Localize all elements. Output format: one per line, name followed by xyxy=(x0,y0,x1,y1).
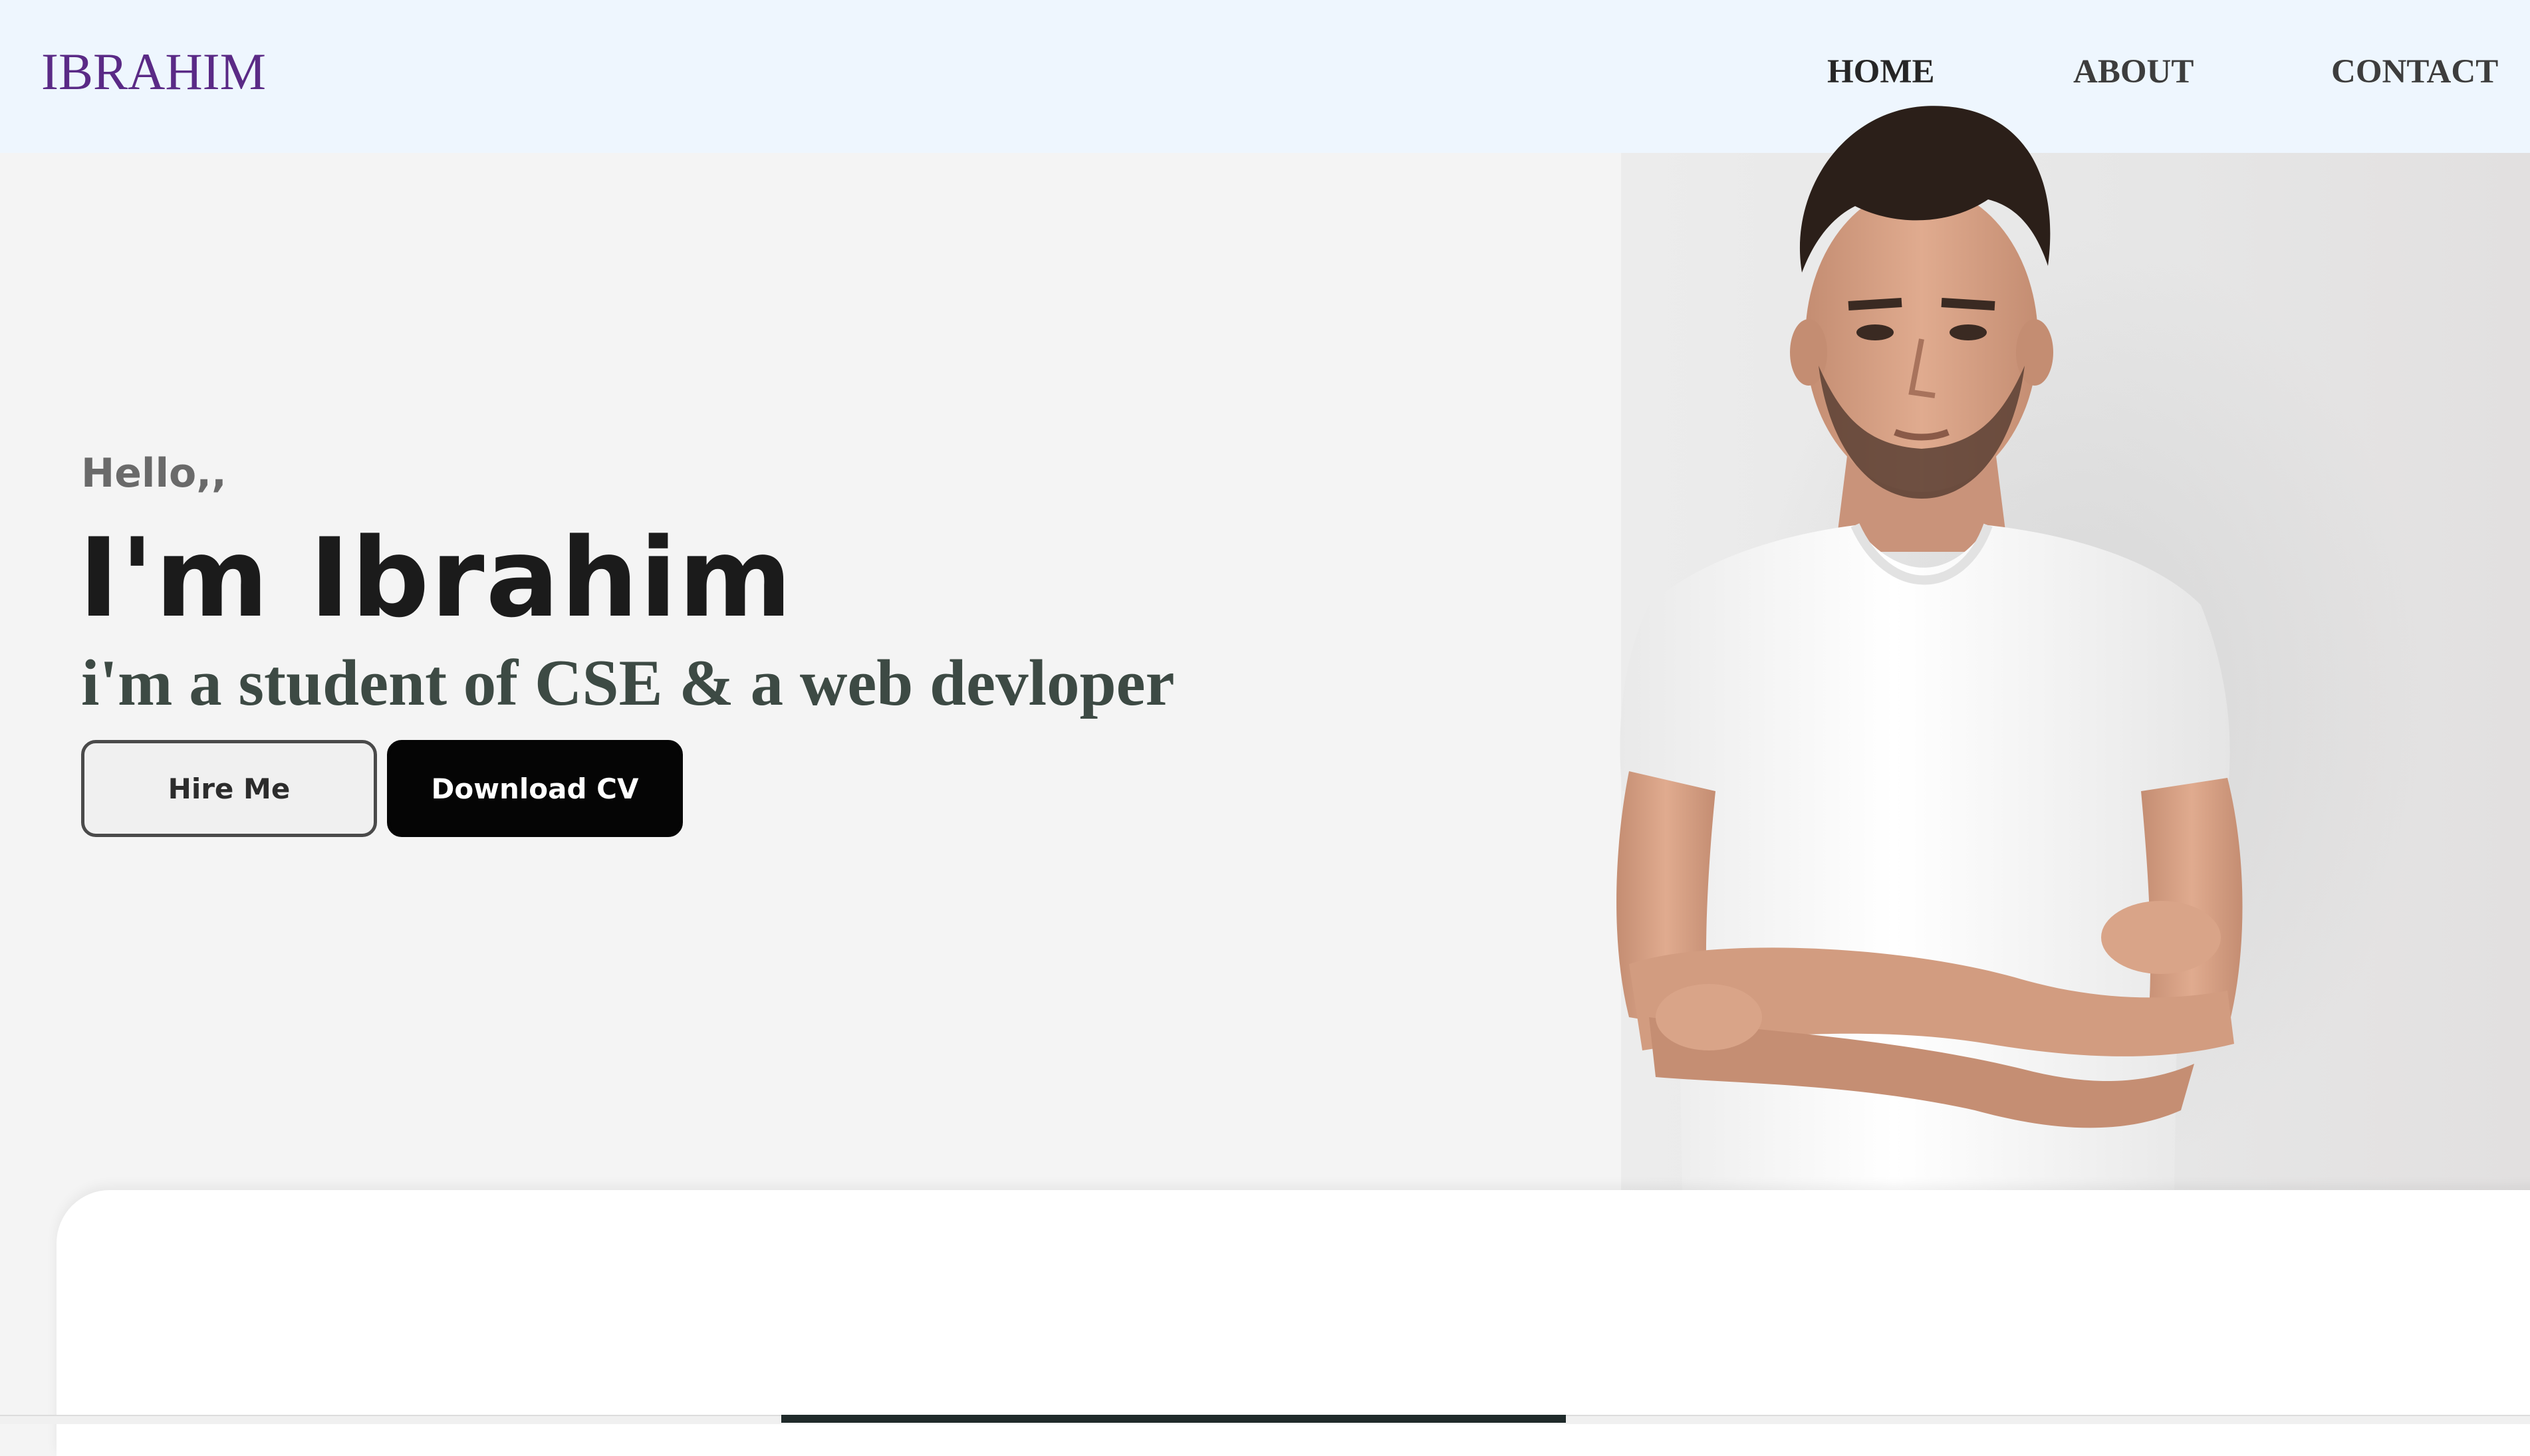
horizontal-scrollbar-thumb[interactable] xyxy=(781,1415,1566,1423)
site-logo[interactable]: IBRAHIM xyxy=(41,39,266,105)
hire-me-button[interactable]: Hire Me xyxy=(81,740,377,837)
hero-greeting: Hello,, xyxy=(81,450,227,497)
download-cv-button[interactable]: Download CV xyxy=(387,740,683,837)
hero-name-heading: I'm Ibrahim xyxy=(78,515,794,642)
hero-subtitle: i'm a student of CSE & a web devloper xyxy=(81,647,1175,719)
hero-portrait-image xyxy=(1616,106,2427,1190)
